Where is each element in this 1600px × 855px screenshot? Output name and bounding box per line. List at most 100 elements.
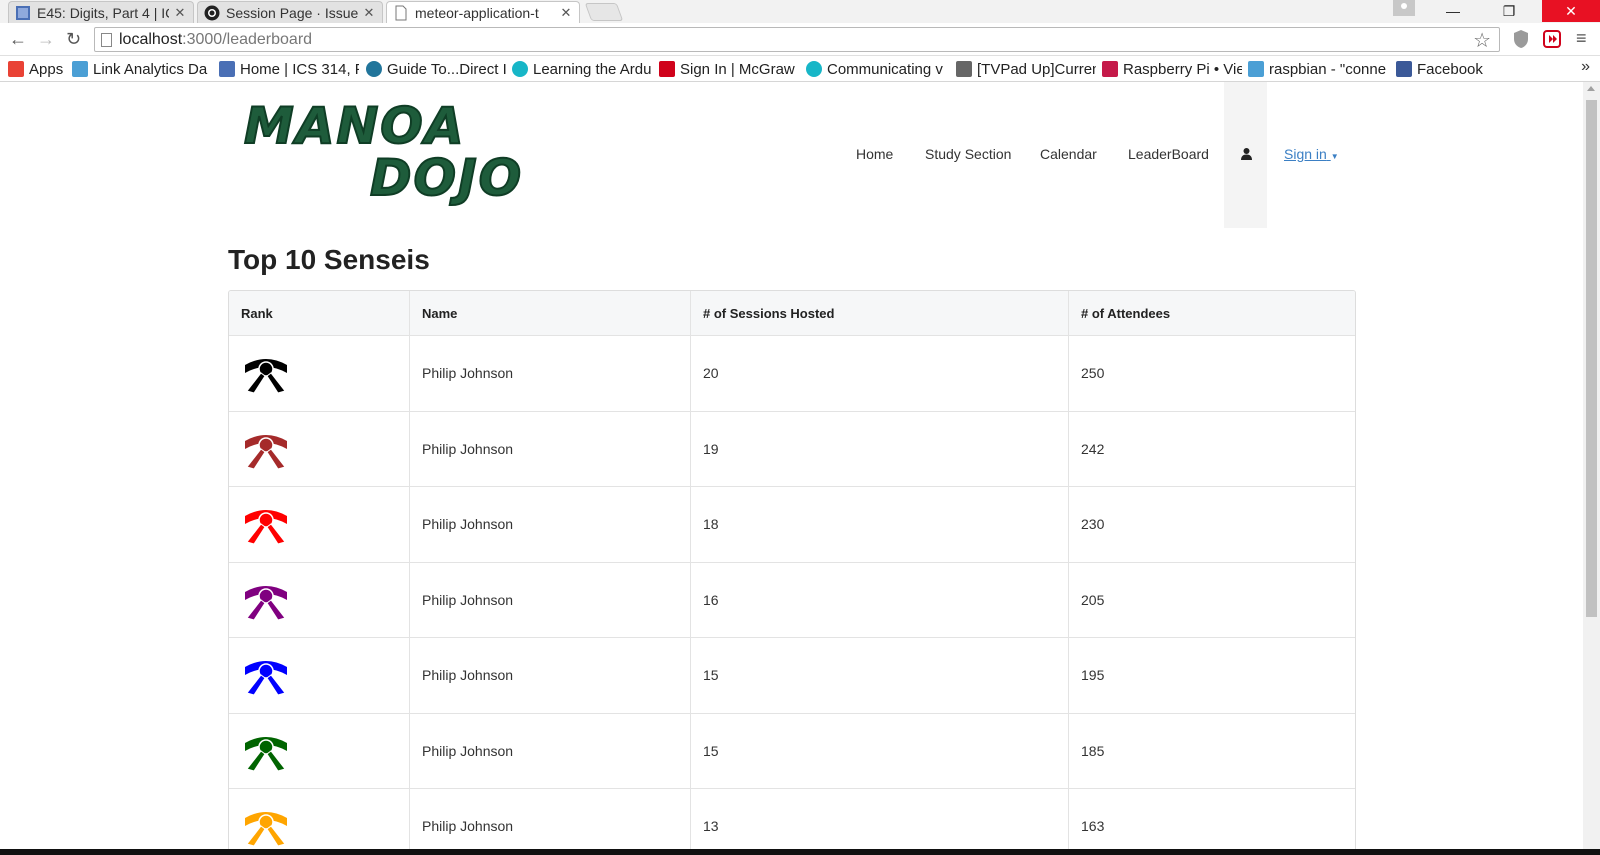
page-icon bbox=[16, 5, 30, 20]
belt-icon bbox=[245, 510, 287, 545]
table-row: Philip Johnson 16 205 bbox=[229, 562, 1355, 638]
minimize-icon[interactable]: — bbox=[1430, 0, 1476, 22]
scrollbar[interactable] bbox=[1583, 82, 1600, 855]
url-text[interactable]: localhost:3000/leaderboard bbox=[119, 31, 312, 49]
close-icon[interactable]: ✕ bbox=[362, 5, 376, 21]
bookmark-label: Raspberry Pi • Vie bbox=[1123, 60, 1242, 78]
rank-cell bbox=[229, 487, 410, 562]
sessions-cell: 18 bbox=[691, 487, 1069, 562]
bookmark-label: Communicating v bbox=[827, 60, 943, 78]
sign-in-link[interactable]: Sign in ▼ bbox=[1284, 146, 1339, 162]
bookmark-label: Facebook bbox=[1417, 60, 1483, 78]
column-header-sessions: # of Sessions Hosted bbox=[691, 291, 1069, 335]
menu-icon[interactable]: ≡ bbox=[1576, 28, 1587, 49]
tab-title: meteor-application-t bbox=[415, 4, 539, 21]
close-icon[interactable]: ✕ bbox=[173, 5, 187, 21]
extension-icon[interactable] bbox=[1543, 29, 1561, 49]
column-header-name: Name bbox=[410, 291, 691, 335]
bookmark-item[interactable]: Home | ICS 314, F bbox=[219, 59, 359, 79]
bookmark-label: Apps bbox=[29, 60, 64, 78]
bookmark-label: Learning the Ardu bbox=[533, 60, 652, 78]
rank-cell bbox=[229, 713, 410, 788]
bookmark-item[interactable]: Sign In | McGraw bbox=[659, 59, 799, 79]
rank-cell bbox=[229, 789, 410, 855]
bookmark-item[interactable]: Guide To...Direct I bbox=[366, 59, 506, 79]
restore-icon[interactable]: ❐ bbox=[1486, 0, 1532, 22]
bookmark-star-icon[interactable]: ☆ bbox=[1473, 28, 1491, 53]
reload-icon[interactable]: ↻ bbox=[66, 29, 81, 50]
belt-icon bbox=[245, 812, 287, 847]
bookmark-label: [TVPad Up]Curren bbox=[977, 60, 1096, 78]
wordpress-icon bbox=[366, 61, 382, 77]
manoa-dojo-logo[interactable]: MANOA DOJO bbox=[243, 96, 522, 212]
scroll-up-icon[interactable] bbox=[1587, 86, 1595, 91]
bookmark-label: Link Analytics Da bbox=[93, 60, 208, 78]
bookmark-item[interactable]: Learning the Ardu bbox=[512, 59, 652, 79]
sessions-cell: 19 bbox=[691, 411, 1069, 486]
bookmarks-overflow-icon[interactable]: » bbox=[1581, 58, 1590, 76]
attendees-cell: 205 bbox=[1081, 591, 1105, 608]
bookmark-item[interactable]: Apps bbox=[8, 59, 64, 79]
caret-down-icon: ▼ bbox=[1330, 152, 1339, 161]
page-title: Top 10 Senseis bbox=[228, 244, 430, 275]
sessions-cell: 16 bbox=[691, 562, 1069, 637]
bookmark-item[interactable]: raspbian - "conne bbox=[1248, 59, 1388, 79]
name-cell: Philip Johnson bbox=[410, 487, 691, 562]
rank-cell bbox=[229, 336, 410, 411]
address-bar[interactable]: localhost:3000/leaderboard ☆ bbox=[94, 27, 1500, 52]
circle-icon bbox=[512, 61, 528, 77]
user-menu[interactable] bbox=[1224, 82, 1267, 228]
raspberry-icon bbox=[1102, 61, 1118, 77]
rank-cell bbox=[229, 638, 410, 713]
tab-title: Session Page · Issue bbox=[226, 4, 358, 21]
attendees-cell: 242 bbox=[1081, 440, 1105, 457]
forward-icon[interactable]: → bbox=[37, 29, 55, 50]
bookmark-item[interactable]: Link Analytics Da bbox=[72, 59, 212, 79]
profile-icon[interactable] bbox=[1393, 0, 1415, 16]
logo-line-1: MANOA bbox=[243, 96, 466, 156]
browser-tab-active[interactable]: meteor-application-t ✕ bbox=[386, 1, 580, 23]
bookmark-label: Guide To...Direct I bbox=[387, 60, 506, 78]
apps-grid-icon bbox=[8, 61, 24, 77]
name-cell: Philip Johnson bbox=[410, 562, 691, 637]
belt-icon bbox=[245, 359, 287, 394]
shield-icon[interactable] bbox=[1512, 29, 1530, 49]
belt-icon bbox=[245, 736, 287, 772]
leaderboard-table: Rank Name # of Sessions Hosted # of Atte… bbox=[228, 290, 1356, 855]
new-tab-button[interactable] bbox=[584, 3, 624, 21]
attendees-cell: 250 bbox=[1081, 365, 1105, 382]
table-row: Philip Johnson 20 250 bbox=[229, 336, 1355, 412]
scrollbar-thumb[interactable] bbox=[1586, 100, 1597, 617]
bookmark-item[interactable]: Raspberry Pi • Vie bbox=[1102, 59, 1242, 79]
table-row: Philip Johnson 13 163 bbox=[229, 789, 1355, 855]
close-icon[interactable]: ✕ bbox=[559, 5, 573, 21]
back-icon[interactable]: ← bbox=[9, 29, 27, 50]
belt-icon bbox=[245, 434, 287, 470]
user-icon bbox=[1241, 148, 1252, 160]
table-row: Philip Johnson 18 230 bbox=[229, 487, 1355, 563]
facebook-icon bbox=[1396, 61, 1412, 77]
name-cell: Philip Johnson bbox=[410, 638, 691, 713]
bookmark-label: raspbian - "conne bbox=[1269, 60, 1387, 78]
browser-tab[interactable]: Session Page · Issue ✕ bbox=[197, 1, 383, 23]
github-icon bbox=[204, 5, 220, 20]
name-cell: Philip Johnson bbox=[410, 411, 691, 486]
tab-title: E45: Digits, Part 4 | IC bbox=[37, 4, 169, 21]
window-close-icon[interactable]: ✕ bbox=[1542, 0, 1600, 22]
name-cell: Philip Johnson bbox=[410, 713, 691, 788]
bookmark-item[interactable]: [TVPad Up]Curren bbox=[956, 59, 1096, 79]
nav-study-section[interactable]: Study Section bbox=[925, 146, 1011, 162]
page-icon bbox=[219, 61, 235, 77]
bookmark-item[interactable]: Facebook bbox=[1396, 59, 1486, 79]
bookmark-item[interactable]: Communicating v bbox=[806, 59, 946, 79]
nav-leaderboard[interactable]: LeaderBoard bbox=[1128, 146, 1209, 162]
bookmark-label: Home | ICS 314, F bbox=[240, 60, 359, 78]
nav-home[interactable]: Home bbox=[856, 146, 893, 162]
attendees-cell: 185 bbox=[1081, 742, 1105, 759]
nav-calendar[interactable]: Calendar bbox=[1040, 146, 1097, 162]
sessions-cell: 15 bbox=[691, 713, 1069, 788]
name-cell: Philip Johnson bbox=[410, 336, 691, 411]
bookmarks-bar: Apps Link Analytics Da Home | ICS 314, F Gu… bbox=[0, 56, 1600, 82]
browser-tab[interactable]: E45: Digits, Part 4 | IC ✕ bbox=[8, 1, 194, 23]
column-header-rank: Rank bbox=[229, 291, 410, 335]
